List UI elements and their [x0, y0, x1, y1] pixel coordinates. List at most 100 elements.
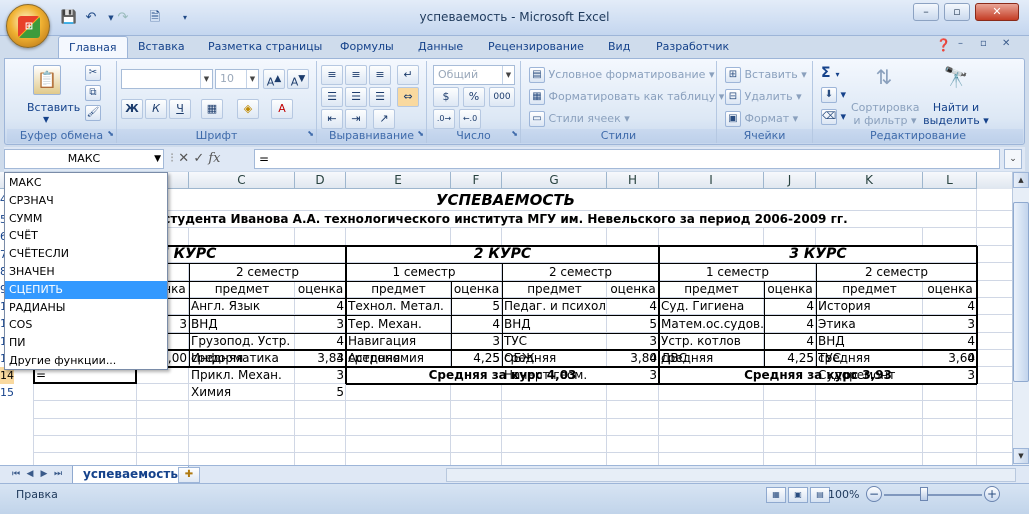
- dropdown-item[interactable]: РАДИАНЫ: [5, 299, 167, 317]
- tab-developer[interactable]: Разработчик: [646, 36, 739, 58]
- name-box-dropdown-icon[interactable]: ▼: [154, 150, 161, 168]
- column-header[interactable]: L: [923, 172, 977, 189]
- align-middle-icon[interactable]: ≡: [345, 65, 367, 85]
- dialog-launcher-icon[interactable]: ⬊: [107, 127, 114, 141]
- increase-indent-icon[interactable]: ⇥: [345, 109, 367, 129]
- cell[interactable]: предмет: [189, 281, 295, 298]
- cell[interactable]: 2 семестр: [816, 263, 977, 281]
- prev-sheet-icon[interactable]: ◀: [24, 467, 36, 481]
- italic-button[interactable]: К: [145, 99, 167, 119]
- paste-dropdown-icon[interactable]: ▼: [43, 115, 49, 124]
- insert-sheet-icon[interactable]: ✚: [178, 467, 200, 483]
- dialog-launcher-icon[interactable]: ⬊: [417, 127, 424, 141]
- cell[interactable]: УСПЕВАЕМОСТЬ: [34, 189, 977, 211]
- first-sheet-icon[interactable]: ⏮: [10, 467, 22, 481]
- format-painter-icon[interactable]: 🖌: [85, 105, 101, 121]
- cell[interactable]: средняя: [189, 350, 295, 367]
- bold-button[interactable]: Ж: [121, 99, 143, 119]
- number-format-combo[interactable]: Общий ▼: [433, 65, 515, 85]
- cell[interactable]: 3: [923, 315, 977, 333]
- cell[interactable]: предмет: [816, 281, 923, 298]
- tab-formulas[interactable]: Формулы: [330, 36, 404, 58]
- cell[interactable]: 4,25: [451, 350, 502, 367]
- cell[interactable]: оценка: [295, 281, 346, 298]
- orientation-icon[interactable]: ↗: [373, 109, 395, 129]
- cell[interactable]: 4: [295, 333, 346, 350]
- scroll-thumb[interactable]: [1013, 202, 1029, 382]
- column-header[interactable]: I: [659, 172, 764, 189]
- minimize-button[interactable]: –: [913, 3, 939, 21]
- sort-filter-button[interactable]: Сортировка и фильтр ▾: [851, 101, 920, 127]
- help-icon[interactable]: ❓: [936, 38, 951, 52]
- dropdown-item[interactable]: СЧЁТЕСЛИ: [5, 245, 167, 263]
- cell[interactable]: 4: [923, 333, 977, 350]
- cell[interactable]: Англ. Язык: [189, 298, 295, 315]
- dropdown-item[interactable]: СЦЕПИТЬ: [5, 280, 167, 299]
- restore-button[interactable]: ▫: [944, 3, 970, 21]
- column-header[interactable]: J: [764, 172, 816, 189]
- cell[interactable]: оценка: [451, 281, 502, 298]
- insert-function-icon[interactable]: fx: [208, 151, 220, 166]
- office-button[interactable]: ⊞: [6, 4, 50, 48]
- grow-font-button[interactable]: A▲: [263, 69, 285, 89]
- cell[interactable]: 4: [923, 298, 977, 315]
- dropdown-item[interactable]: COS: [5, 316, 167, 334]
- name-box[interactable]: МАКС ▼: [4, 149, 164, 169]
- cell[interactable]: предмет: [659, 281, 764, 298]
- font-name-combo[interactable]: ▼: [121, 69, 213, 89]
- underline-button[interactable]: Ч: [169, 99, 191, 119]
- cell[interactable]: оценка: [923, 281, 977, 298]
- cell[interactable]: ВНД: [502, 315, 607, 333]
- fill-icon[interactable]: ⬇ ▾: [821, 87, 846, 103]
- dropdown-item[interactable]: МАКС: [5, 174, 167, 192]
- tab-data[interactable]: Данные: [408, 36, 473, 58]
- column-header[interactable]: C: [189, 172, 295, 189]
- cell[interactable]: История: [816, 298, 923, 315]
- column-header[interactable]: K: [816, 172, 923, 189]
- tab-insert[interactable]: Вставка: [128, 36, 195, 58]
- delete-cells-button[interactable]: ⊟ Удалить ▾: [725, 89, 802, 105]
- cell[interactable]: 4: [607, 298, 659, 315]
- cell[interactable]: ВНД: [189, 315, 295, 333]
- expand-formula-bar-icon[interactable]: ⌄: [1004, 149, 1022, 169]
- cut-icon[interactable]: ✂: [85, 65, 101, 81]
- cell[interactable]: средняя: [816, 350, 923, 367]
- shrink-font-button[interactable]: A▼: [287, 69, 309, 89]
- scroll-up-icon[interactable]: ▲: [1013, 172, 1029, 188]
- paste-icon[interactable]: 📋: [33, 65, 61, 95]
- align-top-icon[interactable]: ≡: [321, 65, 343, 85]
- cell[interactable]: Навигация: [346, 333, 451, 350]
- format-cells-button[interactable]: ▣ Формат ▾: [725, 111, 798, 127]
- formula-input[interactable]: =: [254, 149, 1000, 169]
- zoom-slider-thumb[interactable]: [920, 487, 928, 501]
- cell[interactable]: предмет: [346, 281, 451, 298]
- cell[interactable]: 3: [295, 367, 346, 384]
- row-header[interactable]: 15: [0, 384, 14, 401]
- decrease-decimal-icon[interactable]: ←.0: [459, 109, 481, 129]
- cell[interactable]: Педаг. и психол.: [502, 298, 607, 315]
- doc-close-icon[interactable]: ✕: [1002, 38, 1010, 49]
- currency-icon[interactable]: $: [433, 87, 459, 107]
- cell[interactable]: 2 семестр: [189, 263, 346, 281]
- cell[interactable]: 2 КУРС: [346, 246, 659, 263]
- clear-icon[interactable]: ⌫ ▾: [821, 109, 846, 125]
- conditional-formatting-button[interactable]: ▤ Условное форматирование ▾: [529, 67, 714, 83]
- dropdown-item[interactable]: Другие функции...: [5, 352, 167, 370]
- find-select-button[interactable]: Найти и выделить ▾: [923, 101, 989, 127]
- cell[interactable]: Этика: [816, 315, 923, 333]
- horizontal-scrollbar[interactable]: [446, 468, 1016, 482]
- dropdown-item[interactable]: СЧЁТ: [5, 227, 167, 245]
- cell[interactable]: оценка: [607, 281, 659, 298]
- cell[interactable]: 3 КУРС: [659, 246, 977, 263]
- autosum-button[interactable]: Σ ▾: [821, 65, 839, 81]
- zoom-level[interactable]: 100%: [828, 488, 859, 501]
- cell[interactable]: 5: [607, 315, 659, 333]
- column-header[interactable]: F: [451, 172, 502, 189]
- cell[interactable]: 3: [451, 333, 502, 350]
- insert-cells-button[interactable]: ⊞ Вставить ▾: [725, 67, 807, 83]
- cell[interactable]: 4: [451, 315, 502, 333]
- increase-decimal-icon[interactable]: .0→: [433, 109, 455, 129]
- cell[interactable]: Тер. Механ.: [346, 315, 451, 333]
- cell[interactable]: 4: [295, 298, 346, 315]
- next-sheet-icon[interactable]: ▶: [38, 467, 50, 481]
